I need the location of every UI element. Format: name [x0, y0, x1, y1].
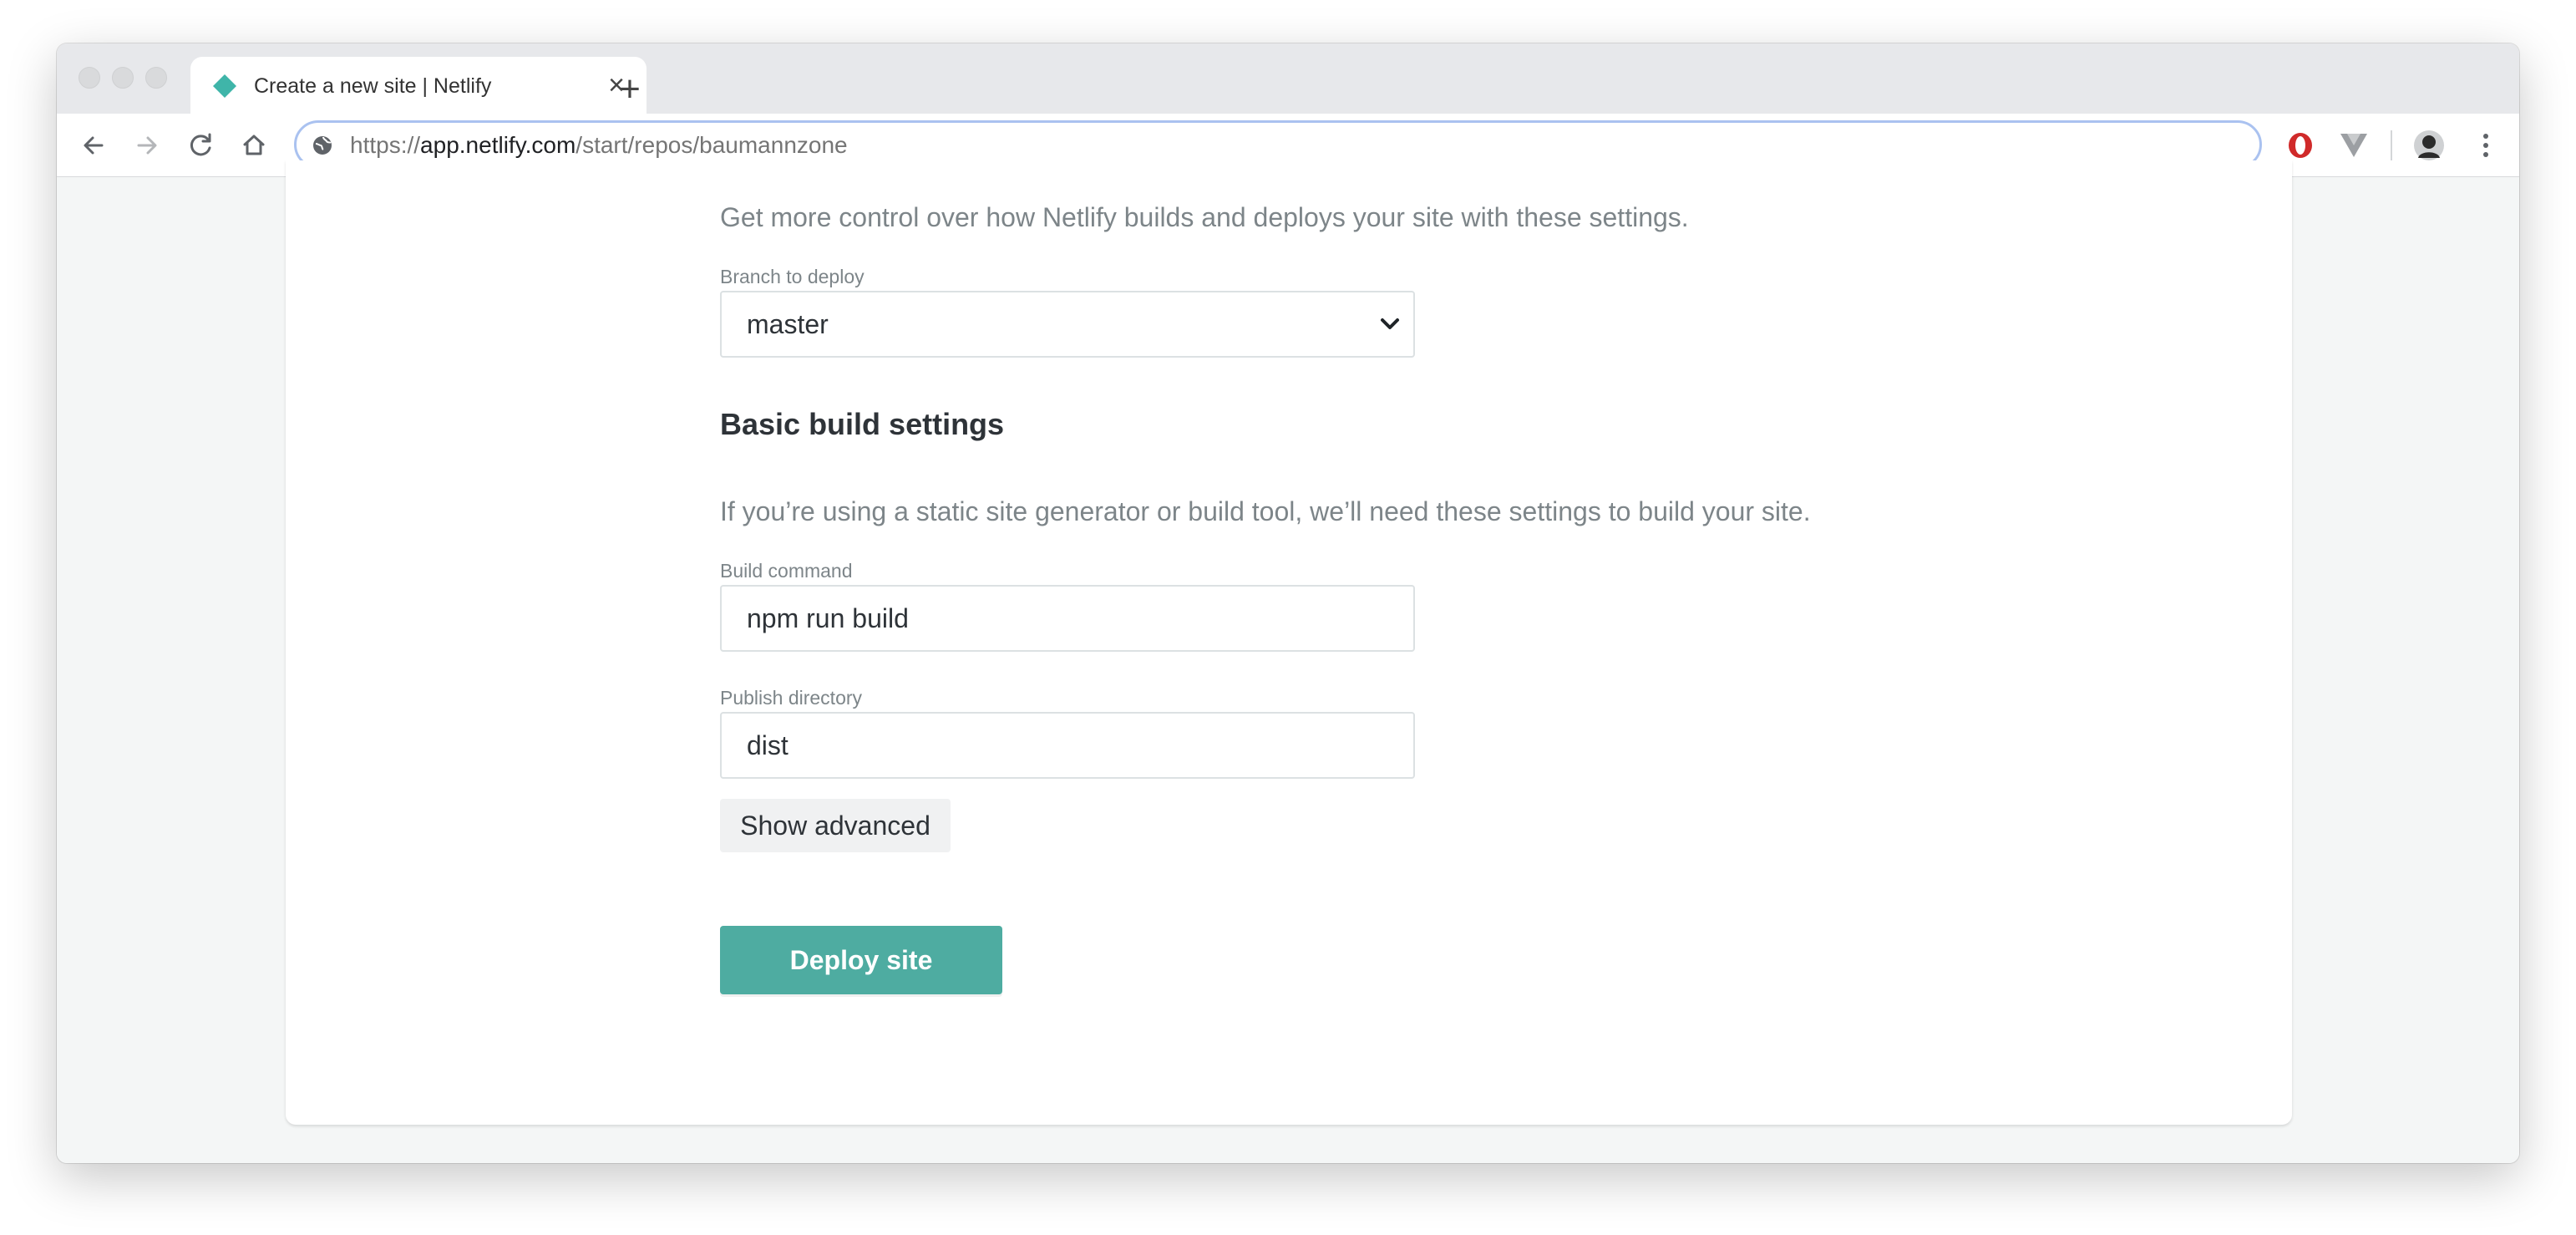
show-advanced-button[interactable]: Show advanced: [720, 799, 951, 852]
toolbar-divider: [2391, 130, 2392, 160]
deploy-settings-card: Get more control over how Netlify builds…: [286, 160, 2292, 1125]
back-button[interactable]: [74, 125, 114, 165]
forward-button[interactable]: [127, 125, 167, 165]
publish-directory-label: Publish directory: [720, 687, 863, 709]
opera-extension-icon: [2289, 133, 2312, 158]
window-minimize-button[interactable]: [112, 67, 134, 89]
browser-window: Create a new site | Netlify × + https://…: [57, 43, 2519, 1163]
chevron-down-icon: [1381, 318, 1399, 329]
profile-avatar-icon: [2414, 130, 2444, 160]
branch-select[interactable]: master: [720, 291, 1415, 358]
back-arrow-icon: [84, 136, 104, 155]
deploy-settings-description: Get more control over how Netlify builds…: [720, 202, 1689, 232]
menu-dots-icon: [2483, 134, 2488, 157]
url-host: app.netlify.com: [420, 132, 576, 158]
build-command-label: Build command: [720, 560, 853, 582]
forward-arrow-icon: [137, 136, 157, 155]
page-content: Get more control over how Netlify builds…: [57, 160, 2519, 1163]
build-settings-heading: Basic build settings: [720, 407, 1005, 441]
reload-icon: [190, 133, 211, 156]
browser-menu-button[interactable]: [2467, 127, 2504, 164]
publish-directory-input[interactable]: dist: [720, 712, 1415, 779]
reload-button[interactable]: [180, 125, 221, 165]
netlify-favicon-icon: [213, 74, 236, 98]
profile-button[interactable]: [2411, 127, 2447, 164]
new-tab-button[interactable]: +: [605, 69, 655, 110]
tab-title: Create a new site | Netlify: [254, 74, 492, 98]
build-command-input[interactable]: npm run build: [720, 585, 1415, 652]
deploy-site-button[interactable]: Deploy site: [720, 926, 1002, 994]
vue-devtools-icon: [2340, 134, 2367, 157]
window-close-button[interactable]: [79, 67, 100, 89]
build-settings-description: If you’re using a static site generator …: [720, 496, 1811, 526]
home-button[interactable]: [234, 125, 274, 165]
window-zoom-button[interactable]: [145, 67, 167, 89]
tab-strip: Create a new site | Netlify × +: [57, 43, 2519, 114]
branch-label: Branch to deploy: [720, 266, 865, 287]
url-text: https://app.netlify.com/start/repos/baum…: [350, 130, 848, 160]
url-path: /start/repos/baumannzone: [576, 132, 848, 158]
branch-selected-value: master: [747, 309, 829, 339]
home-icon: [243, 135, 265, 155]
site-info-icon[interactable]: [312, 135, 333, 156]
browser-tab[interactable]: Create a new site | Netlify ×: [190, 57, 647, 114]
url-scheme: https://: [350, 132, 421, 158]
vue-devtools-button[interactable]: [2335, 127, 2372, 164]
opera-extension-button[interactable]: [2282, 127, 2319, 164]
